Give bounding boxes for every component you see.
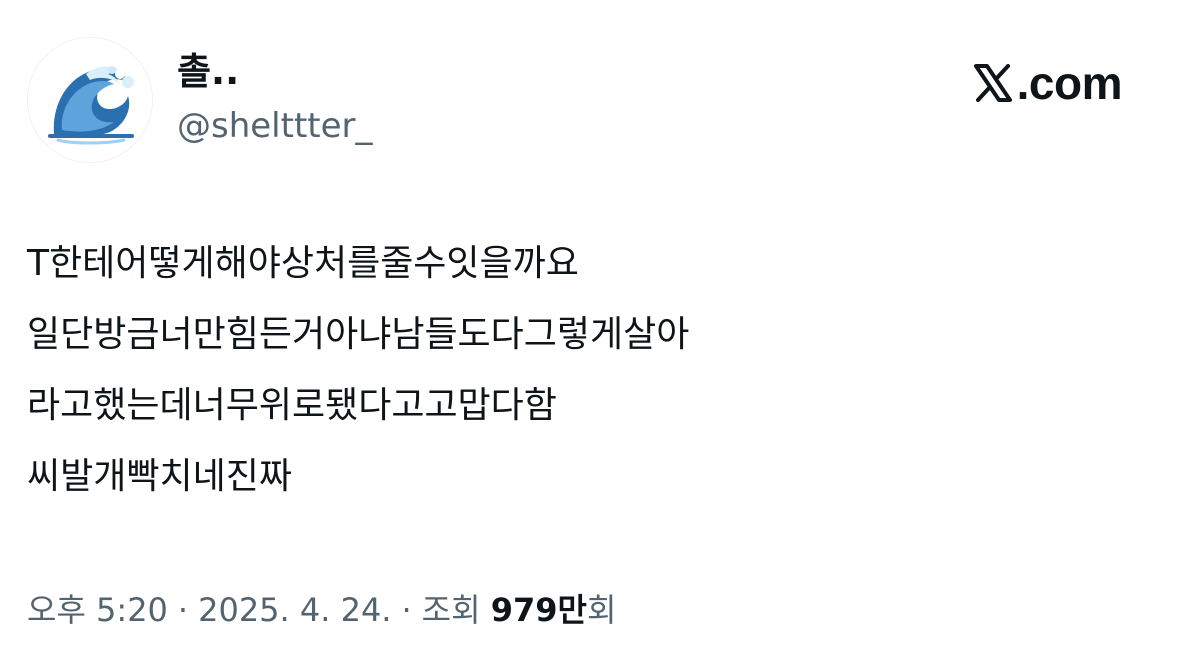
tweet-card: 촐.. @shelttter_ .com T한테어떻게해야상처를줄수잇을까요 일… — [0, 0, 1179, 666]
avatar[interactable] — [27, 37, 153, 163]
views-count[interactable]: 979만 — [491, 591, 587, 629]
tweet-text: T한테어떻게해야상처를줄수잇을까요 일단방금너만힘든거아냐남들도다그렇게살아 라… — [27, 228, 1147, 512]
x-com-brand: .com — [973, 55, 1123, 111]
tweet-line: 라고했는데너무위로됐다고고맙다함 — [27, 385, 557, 426]
tweet-date[interactable]: 2025. 4. 24. — [198, 591, 391, 629]
tweet-header: 촐.. @shelttter_ .com — [27, 37, 1152, 163]
author-identity: 촐.. @shelttter_ — [177, 47, 373, 151]
tweet-line: 일단방금너만힘든거아냐남들도다그렇게살아 — [27, 314, 690, 355]
meta-separator: · — [401, 591, 412, 629]
views-label: 조회 — [421, 591, 481, 629]
tweet-line: T한테어떻게해야상처를줄수잇을까요 — [27, 243, 579, 284]
views-suffix: 회 — [586, 591, 617, 629]
brand-text: .com — [1016, 57, 1123, 109]
tweet-meta: 오후 5:20 · 2025. 4. 24. · 조회 979만회 — [27, 585, 616, 635]
water-wave-icon — [28, 38, 152, 162]
tweet-time[interactable]: 오후 5:20 — [27, 591, 168, 629]
x-logo-icon — [973, 64, 1012, 102]
meta-separator: · — [177, 591, 189, 629]
tweet-line: 씨발개빡치네진짜 — [27, 456, 292, 497]
author-handle[interactable]: @shelttter_ — [177, 101, 373, 151]
display-name[interactable]: 촐.. — [177, 47, 373, 97]
